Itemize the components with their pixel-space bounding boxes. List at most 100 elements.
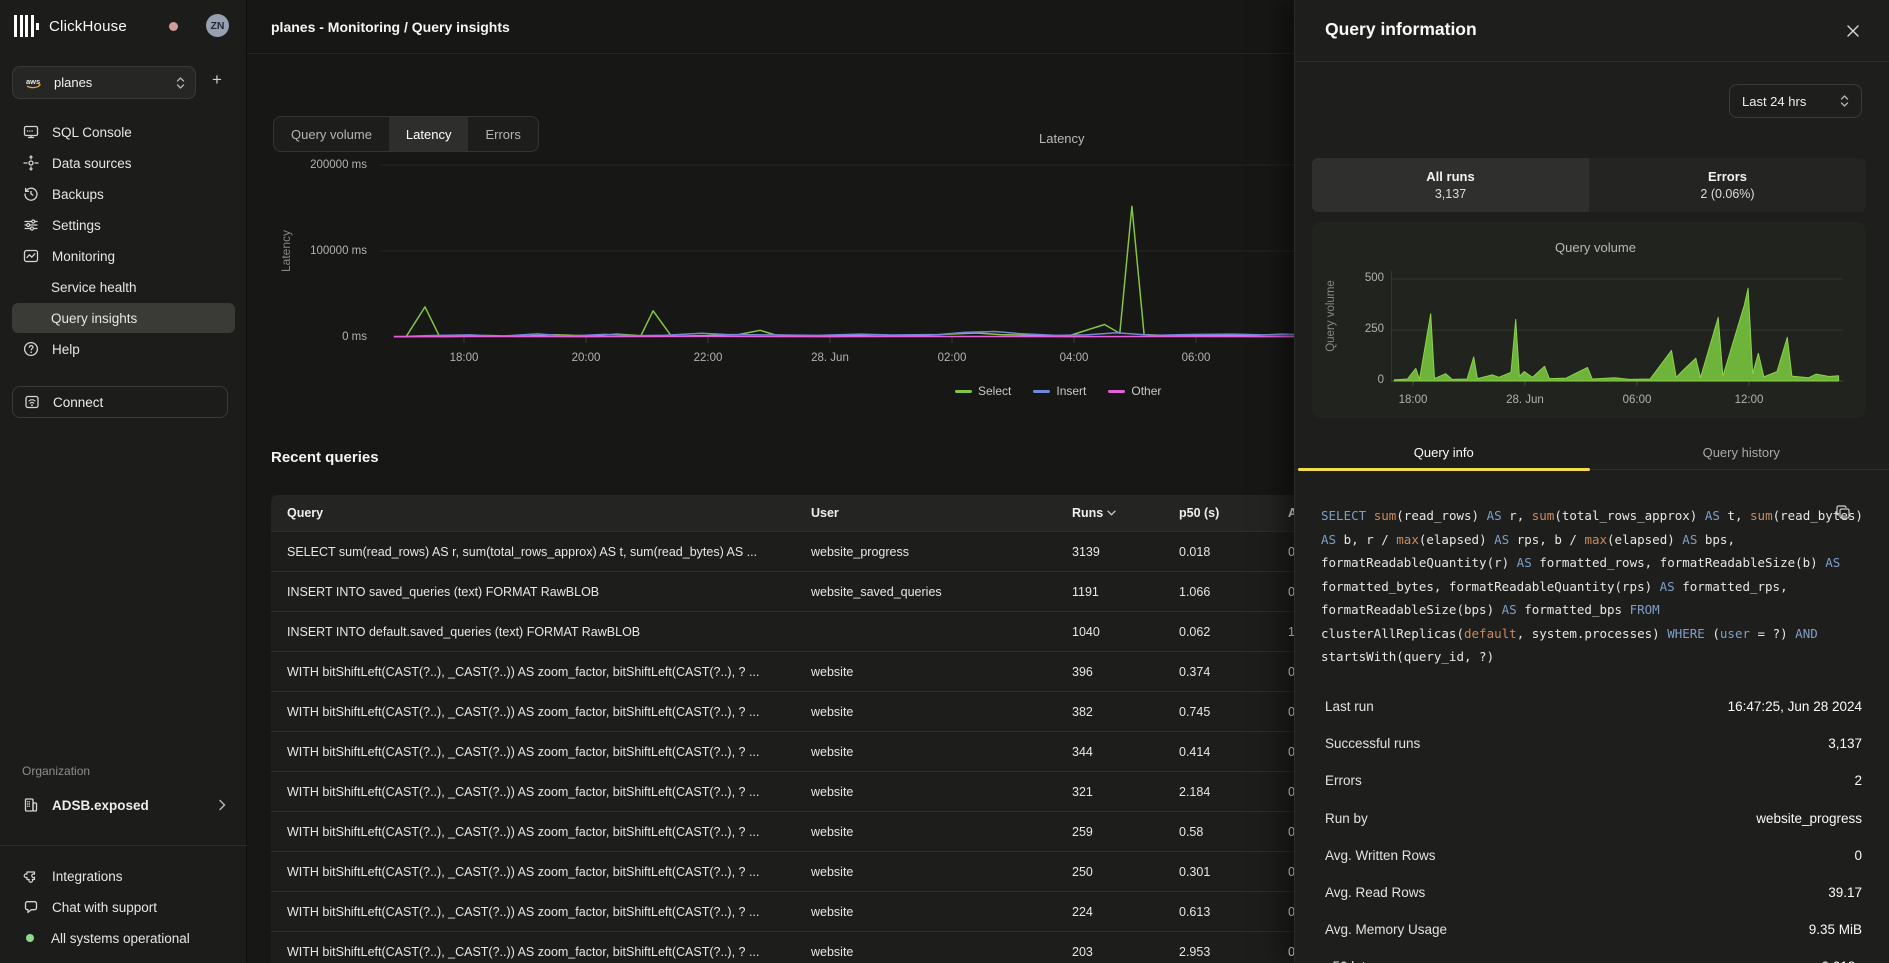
column-header-query[interactable]: Query <box>271 506 795 520</box>
cell-user: website <box>795 705 1056 719</box>
legend-item-select[interactable]: Select <box>955 384 1011 398</box>
stat-value: 39.17 <box>1828 885 1862 900</box>
sql-query-text: SELECT sum(read_rows) AS r, sum(total_ro… <box>1321 504 1869 669</box>
service-selector[interactable]: aws planes <box>12 66 196 99</box>
query-volume-card: Query volume Query volume 025050018:0028… <box>1312 222 1866 418</box>
stat-row-last-run: Last run16:47:25, Jun 28 2024 <box>1325 688 1862 725</box>
table-row[interactable]: WITH bitShiftLeft(CAST(?..), _CAST(?..))… <box>271 931 1346 963</box>
time-range-value: Last 24 hrs <box>1742 94 1806 109</box>
query-information-panel: Query information Last 24 hrs All runs3,… <box>1294 0 1889 963</box>
cell-runs: 382 <box>1056 705 1163 719</box>
sidebar-item-service-health[interactable]: Service health <box>12 272 235 302</box>
cell-query: INSERT INTO default.saved_queries (text)… <box>271 625 795 639</box>
data-sources-icon <box>22 155 39 172</box>
legend-label: Insert <box>1056 384 1086 398</box>
status-dot <box>26 934 34 942</box>
organization-label: Organization <box>22 764 90 778</box>
add-service-button[interactable]: + <box>212 70 222 90</box>
connect-label: Connect <box>53 395 103 410</box>
backups-icon <box>22 186 39 203</box>
legend-item-insert[interactable]: Insert <box>1033 384 1086 398</box>
chevron-updown-icon <box>1840 94 1849 108</box>
cell-user: website <box>795 785 1056 799</box>
table-header-row: QueryUserRunsp50 (s)Avg. <box>271 495 1346 531</box>
monitoring-icon <box>22 248 39 265</box>
column-header-p50-s[interactable]: p50 (s) <box>1163 506 1272 520</box>
table-row[interactable]: WITH bitShiftLeft(CAST(?..), _CAST(?..))… <box>271 731 1346 771</box>
table-row[interactable]: WITH bitShiftLeft(CAST(?..), _CAST(?..))… <box>271 891 1346 931</box>
organization-switcher[interactable]: ADSB.exposed <box>12 790 236 820</box>
runs-errors-toggle: All runs3,137Errors2 (0.06%) <box>1312 158 1866 212</box>
clickhouse-logo-icon <box>14 15 39 37</box>
cell-runs: 259 <box>1056 825 1163 839</box>
volume-x-tick: 12:00 <box>1725 394 1773 406</box>
cell-p50: 0.062 <box>1163 625 1272 639</box>
stat-label: Errors <box>1325 773 1362 788</box>
table-row[interactable]: INSERT INTO saved_queries (text) FORMAT … <box>271 571 1346 611</box>
sidebar-item-backups[interactable]: Backups <box>12 179 235 209</box>
sidebar-item-data-sources[interactable]: Data sources <box>12 148 235 178</box>
sort-desc-icon <box>1107 510 1116 516</box>
table-row[interactable]: WITH bitShiftLeft(CAST(?..), _CAST(?..))… <box>271 771 1346 811</box>
stat-label: Avg. Memory Usage <box>1325 922 1447 937</box>
connect-button[interactable]: Connect <box>12 386 228 418</box>
sidebar-item-all-systems-operational[interactable]: All systems operational <box>12 923 235 953</box>
cell-p50: 0.374 <box>1163 665 1272 679</box>
cell-query: WITH bitShiftLeft(CAST(?..), _CAST(?..))… <box>271 865 795 879</box>
query-volume-plot <box>1391 245 1851 391</box>
sidebar-item-chat-with-support[interactable]: Chat with support <box>12 892 235 922</box>
column-header-runs[interactable]: Runs <box>1056 506 1163 520</box>
stat-row-successful-runs: Successful runs3,137 <box>1325 725 1862 762</box>
stat-row-p50-latency: p50 latency0.018s <box>1325 948 1862 963</box>
latency-y-tick: 200000 ms <box>310 159 367 171</box>
app-name: ClickHouse <box>49 18 127 35</box>
summary-tab-value: 2 (0.06%) <box>1700 187 1754 201</box>
sidebar: ClickHouse ZN aws planes + SQL Console Da… <box>0 0 247 963</box>
tab-query-history[interactable]: Query history <box>1593 436 1889 469</box>
chevron-right-icon <box>218 799 226 811</box>
table-row[interactable]: SELECT sum(read_rows) AS r, sum(total_ro… <box>271 531 1346 571</box>
legend-swatch <box>1033 390 1050 393</box>
table-row[interactable]: WITH bitShiftLeft(CAST(?..), _CAST(?..))… <box>271 691 1346 731</box>
cell-user: website <box>795 865 1056 879</box>
sidebar-item-help[interactable]: Help <box>12 334 235 364</box>
cell-query: WITH bitShiftLeft(CAST(?..), _CAST(?..))… <box>271 745 795 759</box>
stat-label: Avg. Read Rows <box>1325 885 1425 900</box>
table-row[interactable]: WITH bitShiftLeft(CAST(?..), _CAST(?..))… <box>271 851 1346 891</box>
stat-label: Last run <box>1325 699 1374 714</box>
stat-row-errors: Errors2 <box>1325 762 1862 799</box>
sidebar-item-monitoring[interactable]: Monitoring <box>12 241 235 271</box>
service-name: planes <box>54 75 167 90</box>
cell-query: INSERT INTO saved_queries (text) FORMAT … <box>271 585 795 599</box>
cell-runs: 1040 <box>1056 625 1163 639</box>
volume-y-tick: 0 <box>1348 374 1384 386</box>
tab-query-info[interactable]: Query info <box>1295 436 1593 469</box>
column-header-user[interactable]: User <box>795 506 1056 520</box>
table-row[interactable]: INSERT INTO default.saved_queries (text)… <box>271 611 1346 651</box>
table-body: SELECT sum(read_rows) AS r, sum(total_ro… <box>271 531 1346 963</box>
table-row[interactable]: WITH bitShiftLeft(CAST(?..), _CAST(?..))… <box>271 651 1346 691</box>
cell-p50: 1.066 <box>1163 585 1272 599</box>
user-avatar[interactable]: ZN <box>206 14 229 37</box>
summary-tab-value: 3,137 <box>1435 187 1466 201</box>
latency-y-tick: 100000 ms <box>310 245 367 257</box>
cell-p50: 0.613 <box>1163 905 1272 919</box>
summary-tab-errors[interactable]: Errors2 (0.06%) <box>1589 158 1866 212</box>
sidebar-item-sql-console[interactable]: SQL Console <box>12 117 235 147</box>
legend-item-other[interactable]: Other <box>1108 384 1161 398</box>
cell-query: WITH bitShiftLeft(CAST(?..), _CAST(?..))… <box>271 785 795 799</box>
sidebar-item-query-insights[interactable]: Query insights <box>12 303 235 333</box>
sidebar-item-label: Monitoring <box>52 249 115 264</box>
sidebar-nav: SQL Console Data sourcesBackupsSettings Mo… <box>6 116 241 365</box>
table-row[interactable]: WITH bitShiftLeft(CAST(?..), _CAST(?..))… <box>271 811 1346 851</box>
close-icon[interactable] <box>1844 22 1862 40</box>
help-icon <box>22 341 39 358</box>
time-range-select[interactable]: Last 24 hrs <box>1729 84 1862 118</box>
sidebar-item-integrations[interactable]: Integrations <box>12 861 235 891</box>
sidebar-item-label: SQL Console <box>52 125 132 140</box>
summary-tab-all-runs[interactable]: All runs3,137 <box>1312 158 1589 212</box>
sidebar-divider <box>0 845 247 846</box>
sidebar-item-settings[interactable]: Settings <box>12 210 235 240</box>
copy-icon[interactable] <box>1835 504 1851 520</box>
clickhouse-logo[interactable]: ClickHouse <box>14 11 127 41</box>
